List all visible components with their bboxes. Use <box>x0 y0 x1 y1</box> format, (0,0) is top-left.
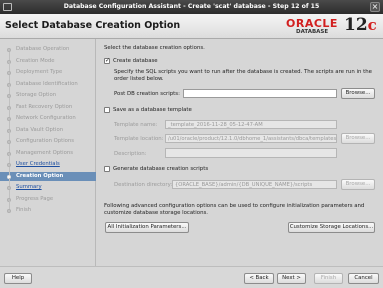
template-name-label: Template name: <box>114 122 158 128</box>
step-summary[interactable]: Summary <box>0 178 96 192</box>
destination-browse-button[interactable]: Browse... <box>341 179 375 190</box>
step-management-options: Management Options <box>0 143 96 158</box>
save-template-label: Save as a database template <box>113 107 192 113</box>
create-database-checkbox[interactable] <box>104 57 110 64</box>
step-creation-option[interactable]: Creation Option <box>0 166 96 181</box>
step-database-identification: Database Identification <box>0 74 96 89</box>
intro-text: Select the database creation options. <box>104 45 205 51</box>
post-scripts-input[interactable] <box>183 89 337 98</box>
post-scripts-label: Post DB creation scripts: <box>114 91 180 97</box>
step-fast-recovery-option: Fast Recovery Option <box>0 97 96 112</box>
step-database-operation: Database Operation <box>0 45 96 54</box>
step-configuration-options: Configuration Options <box>0 132 96 146</box>
close-icon[interactable]: × <box>370 2 380 12</box>
window-titlebar: Database Configuration Assistant - Creat… <box>0 0 383 14</box>
template-location-browse-button[interactable]: Browse... <box>341 133 375 144</box>
page-title: Select Database Creation Option <box>5 20 181 31</box>
template-location-label: Template location: <box>114 136 164 142</box>
step-finish: Finish <box>0 201 96 215</box>
advanced-options-text: Following advanced configuration options… <box>104 203 365 217</box>
step-deployment-type: Deployment Type <box>0 63 96 77</box>
logo-version: 12c <box>344 15 377 35</box>
generate-scripts-label: Generate database creation scripts <box>113 166 209 172</box>
template-name-input[interactable]: _template_2016-11-28_05-12-47-AM <box>165 120 337 129</box>
template-description-input[interactable] <box>165 148 337 158</box>
generate-scripts-checkbox[interactable] <box>104 166 110 172</box>
create-database-description: Specify the SQL scripts you want to run … <box>114 69 372 83</box>
finish-button[interactable]: Finish <box>314 273 343 284</box>
next-button[interactable]: Next > <box>277 273 306 284</box>
help-button[interactable]: Help <box>4 273 32 284</box>
customize-storage-locations-button[interactable]: Customize Storage Locations... <box>288 222 375 233</box>
template-location-input[interactable]: /u01/oracle/product/12.1.0/dbhome_1/assi… <box>165 134 337 143</box>
back-button[interactable]: < Back <box>244 273 274 284</box>
step-user-credentials[interactable]: User Credentials <box>0 155 96 169</box>
destination-directory-input[interactable]: {ORACLE_BASE}/admin/{DB_UNIQUE_NAME}/scr… <box>172 180 337 189</box>
window-title: Database Configuration Assistant - Creat… <box>63 3 320 10</box>
step-storage-option: Storage Option <box>0 86 96 100</box>
oracle-logo: ORACLE DATABASE 12c <box>286 15 378 37</box>
save-template-checkbox[interactable] <box>104 107 110 113</box>
step-creation-mode: Creation Mode <box>0 51 96 66</box>
create-database-label: Create database <box>113 58 158 64</box>
step-data-vault-option: Data Vault Option <box>0 120 96 135</box>
page-header: Select Database Creation Option ORACLE D… <box>0 14 383 39</box>
destination-directory-label: Destination directory: <box>114 182 173 188</box>
post-scripts-browse-button[interactable]: Browse... <box>341 88 375 99</box>
step-navigator: Database Operation Creation Mode Deploym… <box>0 39 96 266</box>
all-initialization-parameters-button[interactable]: All Initialization Parameters... <box>105 222 189 233</box>
logo-database-text: DATABASE <box>296 29 329 35</box>
step-progress-page: Progress Page <box>0 189 96 204</box>
main-content: Select the database creation options. Cr… <box>97 39 383 266</box>
cancel-button[interactable]: Cancel <box>348 273 379 284</box>
step-network-configuration: Network Configuration <box>0 109 96 123</box>
template-description-label: Description: <box>114 151 147 157</box>
wizard-footer: Help < Back Next > Finish Cancel <box>0 266 383 288</box>
